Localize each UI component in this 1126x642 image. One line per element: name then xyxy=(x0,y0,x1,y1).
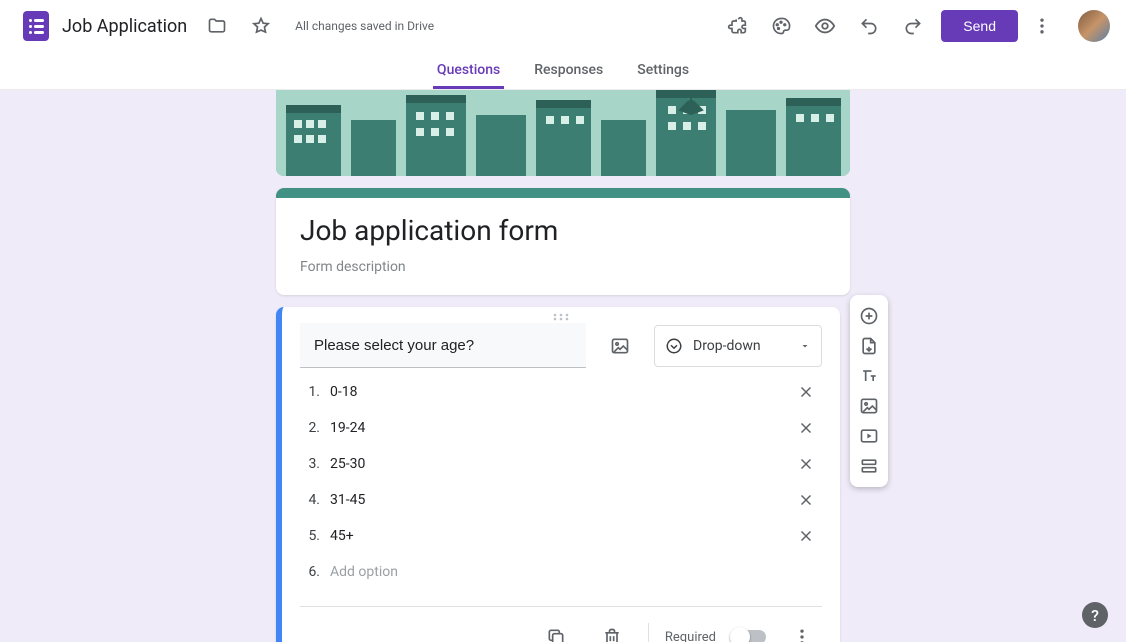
puzzle-icon xyxy=(727,16,747,36)
add-video-button[interactable] xyxy=(852,421,886,451)
remove-option-button[interactable] xyxy=(790,412,822,444)
copy-icon xyxy=(546,627,566,642)
option-number: 3. xyxy=(300,456,320,472)
image-icon xyxy=(610,336,630,356)
remove-option-button[interactable] xyxy=(790,376,822,408)
app-header: Job Application All changes saved in Dri… xyxy=(0,0,1126,46)
document-title[interactable]: Job Application xyxy=(62,16,187,37)
save-status: All changes saved in Drive xyxy=(295,19,434,33)
help-button[interactable]: ? xyxy=(1082,602,1108,628)
star-icon xyxy=(251,16,271,36)
question-more-button[interactable] xyxy=(782,617,822,642)
help-icon: ? xyxy=(1091,606,1099,625)
form-header-image xyxy=(276,90,850,176)
tab-questions[interactable]: Questions xyxy=(433,52,504,89)
more-vert-icon xyxy=(792,627,812,642)
workspace: Job application form Form description xyxy=(0,90,1126,642)
close-icon xyxy=(797,491,815,509)
option-number: 1. xyxy=(300,384,320,400)
form-title[interactable]: Job application form xyxy=(300,214,826,247)
redo-icon xyxy=(903,16,923,36)
option-text[interactable]: 0-18 xyxy=(330,384,790,400)
video-icon xyxy=(859,426,879,446)
more-options-button[interactable] xyxy=(1022,6,1062,46)
required-label: Required xyxy=(665,630,716,642)
editor-tabs: Questions Responses Settings xyxy=(0,52,1126,90)
addons-button[interactable] xyxy=(717,6,757,46)
image-icon xyxy=(859,396,879,416)
question-card[interactable]: Drop-down 1. 0-18 2. 19-24 3. 25-30 4. 31-45 5. 4… xyxy=(276,307,840,642)
palette-icon xyxy=(771,16,791,36)
plus-circle-icon xyxy=(859,306,879,326)
option-text[interactable]: 31-45 xyxy=(330,492,790,508)
option-text[interactable]: 25-30 xyxy=(330,456,790,472)
add-image-button[interactable] xyxy=(852,391,886,421)
import-file-icon xyxy=(859,336,879,356)
forms-logo[interactable] xyxy=(16,6,56,46)
question-type-label: Drop-down xyxy=(693,338,761,354)
options-list: 1. 0-18 2. 19-24 3. 25-30 4. 31-45 5. 45+ 6. Add op… xyxy=(282,368,840,596)
remove-option-button[interactable] xyxy=(790,520,822,552)
tab-settings[interactable]: Settings xyxy=(633,52,693,89)
account-avatar[interactable] xyxy=(1078,10,1110,42)
add-section-button[interactable] xyxy=(852,451,886,481)
close-icon xyxy=(797,383,815,401)
required-toggle[interactable] xyxy=(732,630,766,642)
preview-button[interactable] xyxy=(805,6,845,46)
add-question-image-button[interactable] xyxy=(600,326,640,366)
drag-handle[interactable] xyxy=(282,307,840,321)
tab-responses[interactable]: Responses xyxy=(530,52,607,89)
question-title-input[interactable] xyxy=(300,323,586,368)
caret-down-icon xyxy=(799,340,811,352)
option-text[interactable]: 45+ xyxy=(330,528,790,544)
title-icon xyxy=(859,366,879,386)
folder-icon xyxy=(207,16,227,36)
delete-question-button[interactable] xyxy=(592,617,632,642)
add-question-button[interactable] xyxy=(852,301,886,331)
remove-option-button[interactable] xyxy=(790,484,822,516)
send-button[interactable]: Send xyxy=(941,10,1018,42)
more-vert-icon xyxy=(1032,16,1052,36)
undo-button[interactable] xyxy=(849,6,889,46)
trash-icon xyxy=(602,627,622,642)
redo-button[interactable] xyxy=(893,6,933,46)
add-title-button[interactable] xyxy=(852,361,886,391)
import-questions-button[interactable] xyxy=(852,331,886,361)
duplicate-question-button[interactable] xyxy=(536,617,576,642)
option-row[interactable]: 3. 25-30 xyxy=(300,446,822,482)
drag-icon xyxy=(552,313,570,321)
close-icon xyxy=(797,527,815,545)
close-icon xyxy=(797,455,815,473)
option-text[interactable]: 19-24 xyxy=(330,420,790,436)
eye-icon xyxy=(814,15,836,37)
add-option-row[interactable]: 6. Add option xyxy=(300,554,822,590)
option-row[interactable]: 2. 19-24 xyxy=(300,410,822,446)
option-number: 2. xyxy=(300,420,320,436)
forms-logo-glyph xyxy=(18,8,54,44)
undo-icon xyxy=(859,16,879,36)
move-to-folder-button[interactable] xyxy=(197,6,237,46)
section-icon xyxy=(859,456,879,476)
form-title-card[interactable]: Job application form Form description xyxy=(276,188,850,295)
option-row[interactable]: 5. 45+ xyxy=(300,518,822,554)
question-footer: Required xyxy=(300,606,822,642)
add-option-placeholder[interactable]: Add option xyxy=(330,564,822,580)
customize-theme-button[interactable] xyxy=(761,6,801,46)
form-description[interactable]: Form description xyxy=(300,259,826,275)
option-number: 6. xyxy=(300,564,320,580)
option-row[interactable]: 4. 31-45 xyxy=(300,482,822,518)
option-number: 4. xyxy=(300,492,320,508)
close-icon xyxy=(797,419,815,437)
option-row[interactable]: 1. 0-18 xyxy=(300,374,822,410)
dropdown-type-icon xyxy=(665,337,683,355)
star-button[interactable] xyxy=(241,6,281,46)
remove-option-button[interactable] xyxy=(790,448,822,480)
question-type-select[interactable]: Drop-down xyxy=(654,325,822,367)
footer-divider xyxy=(648,623,649,642)
option-number: 5. xyxy=(300,528,320,544)
